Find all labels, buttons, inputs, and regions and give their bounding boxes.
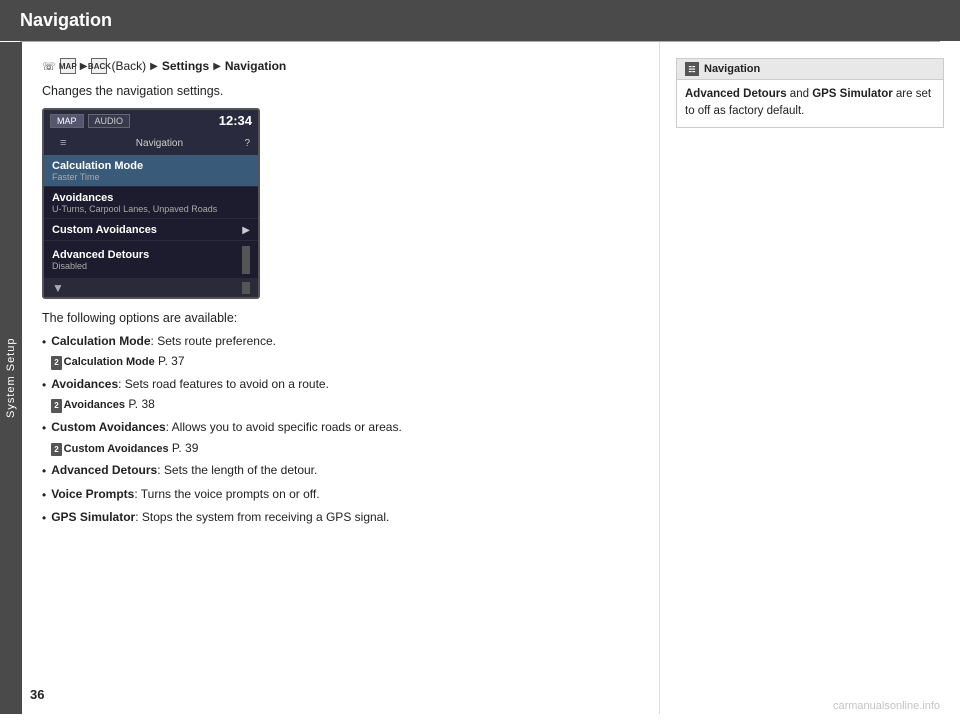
screen-nav-header: ≡ Navigation ? [44,131,258,155]
subtitle: Changes the navigation settings. [42,84,639,98]
breadcrumb-back-icon: BACK [91,58,107,74]
note-bold2: GPS Simulator [812,88,893,100]
scroll-down-arrow: ▼ [52,281,64,295]
screen-menu-icon: ≡ [52,134,74,152]
breadcrumb-settings: Settings [162,59,209,73]
screen-help-icon: ? [244,138,250,149]
note-body: Advanced Detours and GPS Simulator are s… [677,80,943,127]
breadcrumb-arrow2: ▶ [150,61,158,72]
watermark: carmanualsonline.info [833,700,940,712]
bullet-dot-6: • [42,508,46,528]
bullet-dot-3: • [42,418,46,438]
bullet-text-5: Voice Prompts: Turns the voice prompts o… [51,484,319,504]
breadcrumb-arrow1: ▶ [80,61,88,72]
breadcrumb-map-icon: MAP [60,58,76,74]
screen-menu-item-calculation[interactable]: Calculation Mode Faster Time [44,155,258,187]
screen-mockup: MAP AUDIO 12:34 ≡ Navigation ? Calculati… [42,108,260,299]
list-item-gps-simulator: • GPS Simulator: Stops the system from r… [42,507,639,528]
bullet-dot-5: • [42,485,46,505]
bullet-text-4: Advanced Detours: Sets the length of the… [51,460,317,480]
bullet-text-2: Avoidances: Sets road features to avoid … [51,374,329,415]
menu-item-title-2: Avoidances [52,192,250,204]
note-bold1: Advanced Detours [685,88,787,100]
screen-menu-item-avoidances[interactable]: Avoidances U-Turns, Carpool Lanes, Unpav… [44,187,258,219]
sidebar-label: System Setup [5,338,17,418]
note-header: ☵ Navigation [677,59,943,80]
right-panel: ☵ Navigation Advanced Detours and GPS Si… [660,42,960,714]
ref-icon-2: 2 [51,399,61,413]
list-item-advanced-detours: • Advanced Detours: Sets the length of t… [42,460,639,481]
breadcrumb-back-text: (Back) [111,59,146,73]
breadcrumb-navigation: Navigation [225,59,286,73]
bullet-dot-4: • [42,461,46,481]
screen-tabs: MAP AUDIO [50,114,130,128]
bullet-text-1: Calculation Mode: Sets route preference.… [51,331,276,372]
note-box: ☵ Navigation Advanced Detours and GPS Si… [676,58,944,128]
screen-scroll-down[interactable]: ▼ [44,279,258,297]
list-item-calculation: • Calculation Mode: Sets route preferenc… [42,331,639,372]
header-bar: Navigation [0,0,960,41]
note-icon: ☵ [685,62,699,76]
menu-item-title-4: Advanced Detours [52,249,149,261]
menu-item-arrow-3: ▶ [242,225,250,236]
page-title: Navigation [20,10,112,31]
screen-menu-item-custom[interactable]: Custom Avoidances ▶ [44,219,258,241]
bullet-dot-1: • [42,332,46,352]
menu-item-sub-4: Disabled [52,261,149,271]
screen-map-tab[interactable]: MAP [50,114,84,128]
page-container: System Setup ☏ MAP ▶ BACK (Back) ▶ Setti… [0,42,960,714]
menu-item-title-3: Custom Avoidances [52,224,157,236]
list-item-avoidances: • Avoidances: Sets road features to avoi… [42,374,639,415]
screen-menu-list: Calculation Mode Faster Time Avoidances … [44,155,258,279]
breadcrumb: ☏ MAP ▶ BACK (Back) ▶ Settings ▶ Navigat… [42,58,639,74]
sidebar: System Setup [0,42,22,714]
ref-link-1: Calculation Mode [64,356,155,368]
screen-time: 12:34 [219,113,252,128]
bullet-dot-2: • [42,375,46,395]
menu-item-sub-2: U-Turns, Carpool Lanes, Unpaved Roads [52,204,250,214]
main-content: ☏ MAP ▶ BACK (Back) ▶ Settings ▶ Navigat… [22,42,660,714]
menu-item-sub-1: Faster Time [52,172,250,182]
page-number: 36 [30,687,44,702]
note-text1: and [787,88,813,100]
note-header-text: Navigation [704,63,760,75]
breadcrumb-arrow3: ▶ [213,61,221,72]
bullet-text-6: GPS Simulator: Stops the system from rec… [51,507,389,527]
list-item-custom-avoidances: • Custom Avoidances: Allows you to avoid… [42,417,639,458]
screen-body: ≡ Navigation ? Calculation Mode Faster T… [44,131,258,297]
screen-nav-title: Navigation [136,138,183,149]
bullet-text-3: Custom Avoidances: Allows you to avoid s… [51,417,402,458]
ref-link-3: Custom Avoidances [64,443,169,455]
ref-link-2: Avoidances [64,399,125,411]
menu-item-title-1: Calculation Mode [52,160,250,172]
ref-icon-1: 2 [51,356,61,370]
screen-audio-tab[interactable]: AUDIO [88,114,131,128]
breadcrumb-phone-icon: ☏ [42,60,56,73]
bullet-list: • Calculation Mode: Sets route preferenc… [42,331,639,528]
following-options-text: The following options are available: [42,311,639,325]
list-item-voice-prompts: • Voice Prompts: Turns the voice prompts… [42,484,639,505]
ref-icon-3: 2 [51,443,61,457]
screen-menu-item-detours[interactable]: Advanced Detours Disabled [44,241,258,279]
screen-topbar: MAP AUDIO 12:34 [44,110,258,131]
